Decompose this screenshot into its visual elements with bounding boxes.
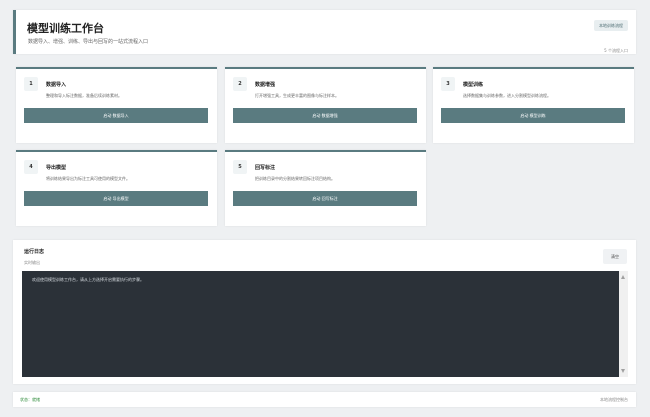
card-data-import: 1 数据导入 整理和导入标注数据，准备后续训练素材。 启动 数据导入 bbox=[16, 67, 217, 143]
card-model-train: 3 模型训练 选择数据集与训练参数，进入分割模型训练流程。 启动 模型训练 bbox=[433, 67, 634, 143]
page-subtitle: 数据导入、增强、训练、导出与回写的一站式流程入口 bbox=[28, 39, 149, 45]
card-title: 导出模型 bbox=[46, 165, 67, 171]
card-title: 数据增强 bbox=[255, 82, 276, 88]
log-panel: 运行日志 实时输出 清空 欢迎使用模型训练工作台，请从上方选择开启需要执行的步骤… bbox=[13, 240, 636, 384]
log-title: 运行日志 bbox=[24, 249, 45, 255]
launch-export-model-button[interactable]: 启动 导出模型 bbox=[24, 191, 208, 206]
step-number: 1 bbox=[24, 77, 38, 91]
card-description: 将训练结果导出为标注工具可使用的模型文件。 bbox=[46, 176, 130, 181]
log-scrollbar[interactable] bbox=[619, 271, 628, 377]
status-bar: 状态：就绪 本地流程控制台 bbox=[13, 392, 636, 407]
header-panel: 模型训练工作台 数据导入、增强、训练、导出与回写的一站式流程入口 本地训练流程 … bbox=[13, 10, 636, 54]
step-number: 3 bbox=[441, 77, 455, 91]
local-flow-button[interactable]: 本地训练流程 bbox=[594, 20, 628, 31]
step-number: 5 bbox=[233, 160, 247, 174]
page-title: 模型训练工作台 bbox=[27, 22, 104, 35]
clear-log-button[interactable]: 清空 bbox=[603, 249, 627, 264]
log-console[interactable]: 欢迎使用模型训练工作台，请从上方选择开启需要执行的步骤。 bbox=[22, 271, 628, 377]
card-data-augment: 2 数据增强 打开增强工具，生成更丰富的图像与标注样本。 启动 数据增强 bbox=[225, 67, 426, 143]
log-subtitle: 实时输出 bbox=[24, 260, 40, 265]
card-title: 数据导入 bbox=[46, 82, 67, 88]
step-number: 2 bbox=[233, 77, 247, 91]
module-count: 5 个流程入口 bbox=[604, 48, 628, 53]
launch-data-import-button[interactable]: 启动 数据导入 bbox=[24, 108, 208, 123]
card-title: 回写标注 bbox=[255, 165, 276, 171]
card-description: 打开增强工具，生成更丰富的图像与标注样本。 bbox=[255, 93, 339, 98]
flow-console-label: 本地流程控制台 bbox=[600, 397, 628, 402]
card-description: 选择数据集与训练参数，进入分割模型训练流程。 bbox=[463, 93, 551, 98]
card-export-model: 4 导出模型 将训练结果导出为标注工具可使用的模型文件。 启动 导出模型 bbox=[16, 150, 217, 226]
scroll-up-arrow-icon[interactable] bbox=[621, 275, 625, 279]
card-title: 模型训练 bbox=[463, 82, 484, 88]
launch-data-augment-button[interactable]: 启动 数据增强 bbox=[233, 108, 417, 123]
launch-model-train-button[interactable]: 启动 模型训练 bbox=[441, 108, 625, 123]
scroll-down-arrow-icon[interactable] bbox=[621, 369, 625, 373]
log-text: 欢迎使用模型训练工作台，请从上方选择开启需要执行的步骤。 bbox=[32, 277, 144, 282]
step-number: 4 bbox=[24, 160, 38, 174]
status-text: 状态：就绪 bbox=[20, 397, 40, 402]
launch-writeback-button[interactable]: 启动 回写标注 bbox=[233, 191, 417, 206]
card-writeback-annotation: 5 回写标注 把训练目录中的分割结果转回标注项目结构。 启动 回写标注 bbox=[225, 150, 426, 226]
card-description: 整理和导入标注数据，准备后续训练素材。 bbox=[46, 93, 122, 98]
card-description: 把训练目录中的分割结果转回标注项目结构。 bbox=[255, 176, 335, 181]
